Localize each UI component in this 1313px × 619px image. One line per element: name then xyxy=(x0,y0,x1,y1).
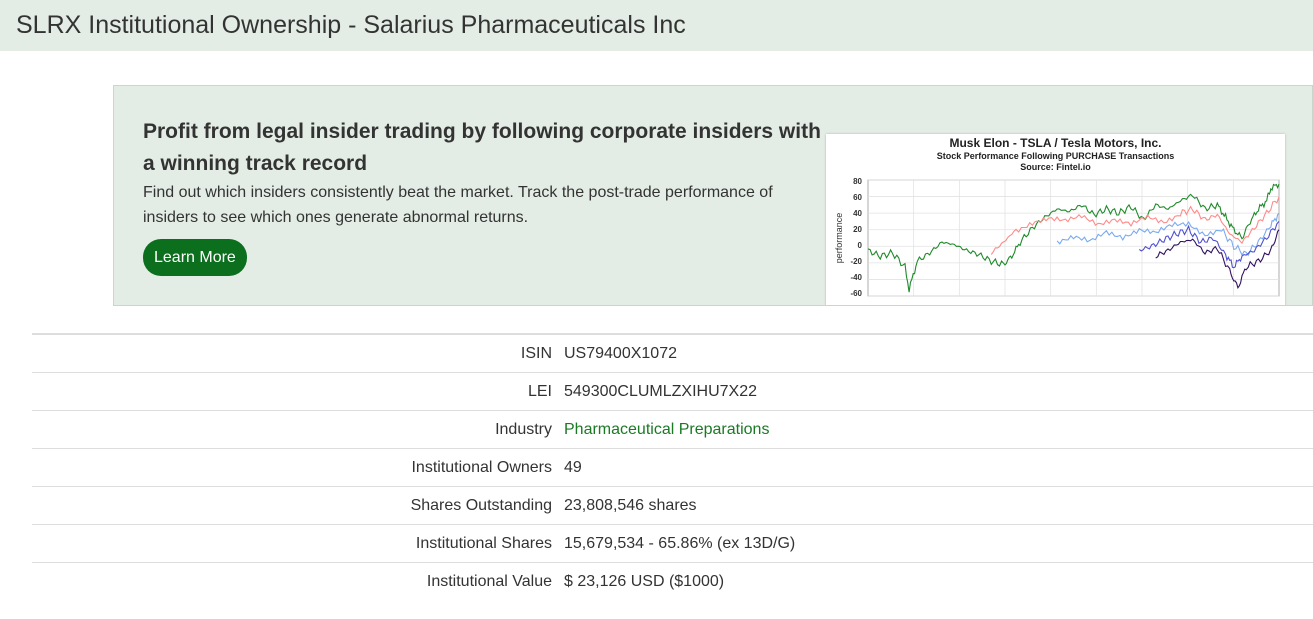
chart-y-tick: 80 xyxy=(853,177,862,186)
institutional-owners-label: Institutional Owners xyxy=(411,459,552,476)
detail-row-institutional-shares: Institutional Shares 15,679,534 - 65.86%… xyxy=(32,525,1313,563)
detail-row-industry: Industry Pharmaceutical Preparations xyxy=(32,411,1313,449)
institutional-value-label: Institutional Value xyxy=(426,573,552,590)
chart-y-tick: 20 xyxy=(853,225,862,234)
learn-more-button[interactable]: Learn More xyxy=(143,239,247,276)
insider-trading-promo: Profit from legal insider trading by fol… xyxy=(113,85,1313,306)
promo-chart: Musk Elon - TSLA / Tesla Motors, Inc. St… xyxy=(826,134,1285,305)
detail-row-institutional-owners: Institutional Owners 49 xyxy=(32,449,1313,487)
chart-y-tick: 0 xyxy=(858,241,863,250)
promo-text: Find out which insiders consistently bea… xyxy=(143,184,773,226)
institutional-value-value: $ 23,126 USD ($1000) xyxy=(564,573,725,590)
chart-y-tick: -20 xyxy=(850,257,862,266)
detail-row-isin: ISIN US79400X1072 xyxy=(32,335,1313,373)
institutional-shares-value: 15,679,534 - 65.86% (ex 13D/G) xyxy=(564,535,796,552)
shares-outstanding-value: 23,808,546 shares xyxy=(564,497,697,514)
chart-y-tick: 60 xyxy=(853,193,862,202)
industry-label: Industry xyxy=(495,421,552,438)
industry-link[interactable]: Pharmaceutical Preparations xyxy=(564,411,769,448)
performance-chart-svg: performance 80 60 40 20 0 -20 -40 -60 xyxy=(834,177,1280,298)
chart-y-tick: 40 xyxy=(853,209,862,218)
chart-y-tick: -40 xyxy=(850,273,862,282)
shares-outstanding-label: Shares Outstanding xyxy=(410,497,552,514)
institutional-owners-value: 49 xyxy=(564,459,582,476)
promo-heading: Profit from legal insider trading by fol… xyxy=(143,120,821,175)
chart-y-tick: -60 xyxy=(850,289,862,298)
security-details-table: ISIN US79400X1072 LEI 549300CLUMLZXIHU7X… xyxy=(32,333,1313,600)
lei-value: 549300CLUMLZXIHU7X22 xyxy=(564,383,757,400)
isin-value: US79400X1072 xyxy=(564,345,677,362)
isin-label: ISIN xyxy=(520,345,552,362)
detail-row-lei: LEI 549300CLUMLZXIHU7X22 xyxy=(32,373,1313,411)
chart-y-axis-label: performance xyxy=(834,213,844,264)
institutional-shares-label: Institutional Shares xyxy=(415,535,552,552)
detail-row-shares-outstanding: Shares Outstanding 23,808,546 shares xyxy=(32,487,1313,525)
detail-row-institutional-value: Institutional Value $ 23,126 USD ($1000) xyxy=(32,563,1313,600)
title-bar: SLRX Institutional Ownership - Salarius … xyxy=(0,0,1313,51)
page-title: SLRX Institutional Ownership - Salarius … xyxy=(16,11,686,39)
lei-label: LEI xyxy=(527,383,552,400)
